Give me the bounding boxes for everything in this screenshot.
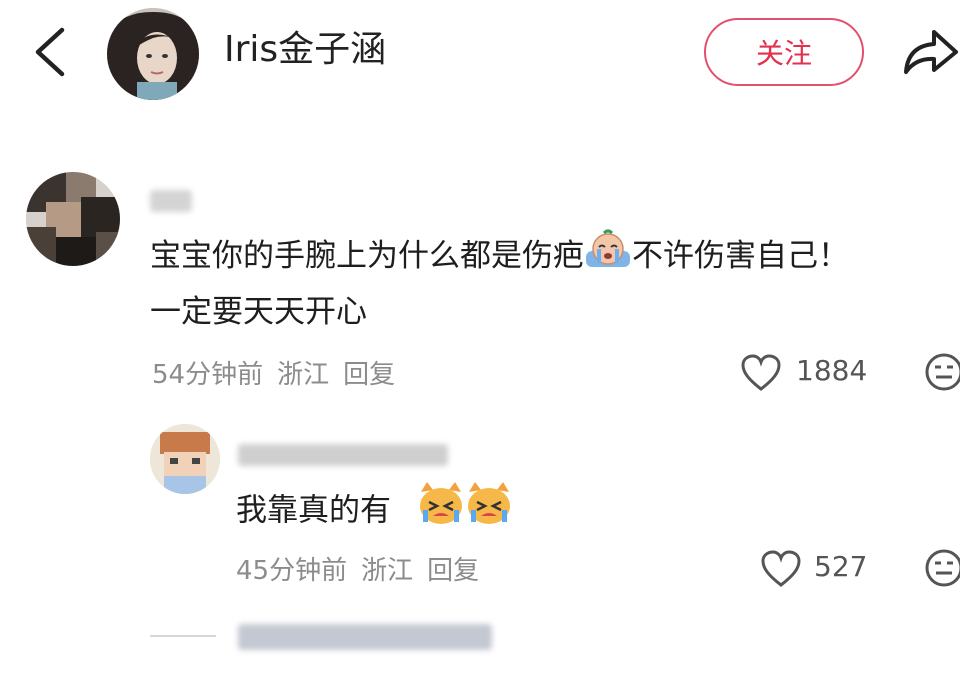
reply-button[interactable]: 回复 <box>343 360 395 390</box>
back-button[interactable] <box>26 24 76 80</box>
reply-divider <box>150 635 216 637</box>
comment-text: 宝宝你的手腕上为什么都是伤疤 不许伤害自己！ <box>150 228 849 287</box>
author-avatar-image <box>107 8 199 100</box>
follow-button[interactable]: 关注 <box>704 18 864 86</box>
comment-time: 54分钟前 <box>152 360 264 390</box>
reply-text: 我靠真的有 <box>236 480 513 544</box>
reply-name-blurred <box>238 444 448 466</box>
author-username[interactable]: Iris金子涵 <box>224 26 386 74</box>
pixelated-avatar-image <box>26 172 120 266</box>
meh-face-icon <box>925 353 960 391</box>
pixelated-avatar-image <box>150 424 220 494</box>
commenter-avatar[interactable] <box>26 172 120 266</box>
back-arrow-icon <box>35 27 65 77</box>
expand-replies-blurred[interactable] <box>238 624 492 650</box>
comment-meta: 54分钟前 浙江 回复 <box>152 354 409 391</box>
like-count: 527 <box>814 550 868 583</box>
meh-face-icon <box>925 549 960 587</box>
crying-cat-icon <box>417 480 513 544</box>
reply-avatar[interactable] <box>150 424 220 494</box>
crying-face-icon <box>584 229 632 287</box>
heart-icon <box>761 550 801 587</box>
commenter-name-blurred <box>150 190 192 212</box>
dislike-button[interactable] <box>922 548 960 588</box>
reply-meta: 45分钟前 浙江 回复 <box>236 550 493 587</box>
dislike-button[interactable] <box>922 352 960 392</box>
reply-location: 浙江 <box>361 556 414 586</box>
heart-icon <box>741 354 781 391</box>
reply-button[interactable]: 回复 <box>427 556 479 586</box>
comment-text-part: 宝宝你的手腕上为什么都是伤疤 <box>150 238 584 274</box>
reply-text-part: 我靠真的有 <box>236 492 391 529</box>
share-button[interactable] <box>900 24 960 80</box>
like-count: 1884 <box>796 354 868 387</box>
comment-location: 浙江 <box>277 360 330 390</box>
share-arrow-icon <box>904 30 958 74</box>
comment-text-line2: 一定要天天开心 <box>150 294 367 330</box>
reply-time: 45分钟前 <box>236 556 348 586</box>
like-button[interactable]: 1884 <box>740 352 880 392</box>
like-button[interactable]: 527 <box>760 548 880 588</box>
comment-text-part: 不许伤害自己！ <box>632 238 849 274</box>
author-avatar[interactable] <box>107 8 199 100</box>
